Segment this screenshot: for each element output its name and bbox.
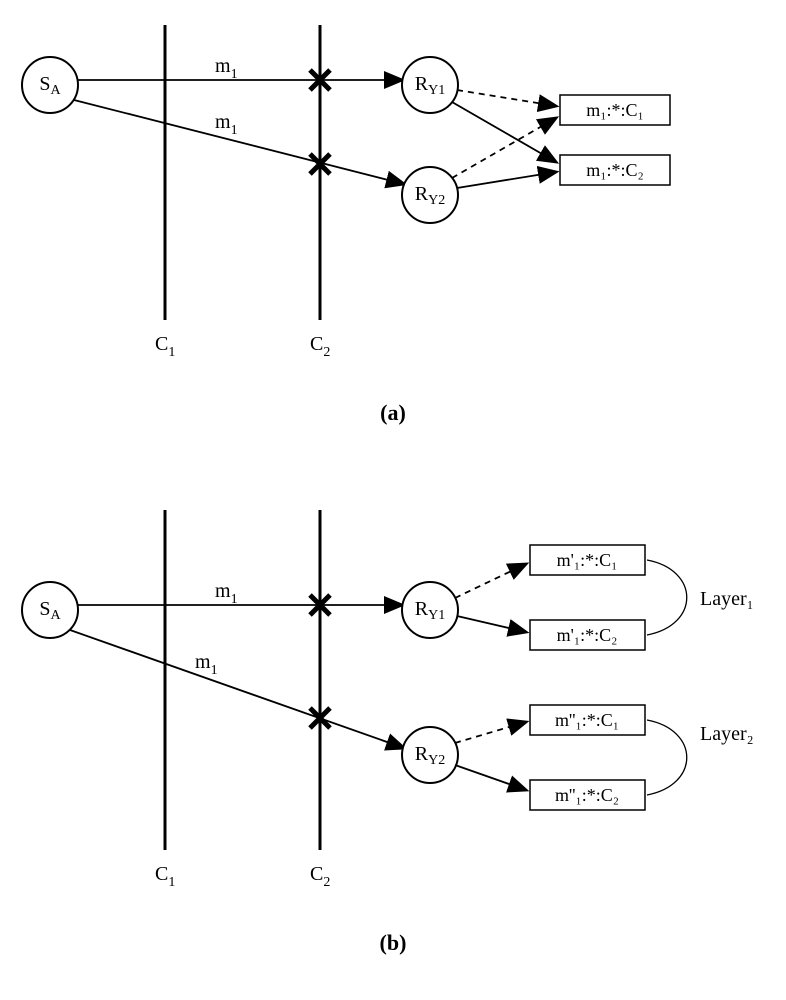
arrow-r2-b3-b [455, 722, 526, 743]
c1-label: C1 [155, 333, 175, 360]
c2-label-b: C2 [310, 863, 330, 890]
arrow-r1-b2-b [457, 616, 526, 632]
layer1-text: Layer₁ [700, 588, 754, 610]
arrow-r1-b1-b [455, 564, 526, 598]
arrow-r2-b2 [457, 172, 556, 188]
c2-label: C2 [310, 333, 330, 360]
box-b4-text: m''₁:*:C₂ [555, 785, 619, 805]
layer1-brace [647, 560, 687, 635]
layer2-brace [647, 720, 687, 795]
arrow-s-r2-b [70, 630, 404, 748]
c1-label-b: C1 [155, 863, 175, 890]
msg-label-2-b: m1 [195, 651, 218, 678]
arrow-r2-b4-b [455, 765, 526, 790]
box-b1-text: m'₁:*:C₁ [557, 550, 618, 570]
arrow-r1-b2 [452, 102, 556, 162]
msg-label-1-b: m1 [215, 580, 238, 607]
arrow-r1-b1 [457, 90, 556, 106]
arrow-r2-b1 [452, 118, 556, 178]
layer2-text: Layer₂ [700, 723, 754, 745]
arrow-s-r2 [74, 100, 404, 184]
msg-label-2: m1 [215, 111, 238, 138]
box-a2-text: m₁:*:C₂ [586, 160, 644, 180]
box-b3-text: m''₁:*:C₁ [555, 710, 619, 730]
caption-a: (a) [380, 400, 406, 425]
panel-b: SA m1 m1 RY1 RY2 m'₁:*:C₁ m'₁:*:C₂ m''₁:… [22, 510, 754, 955]
box-b2-text: m'₁:*:C₂ [557, 625, 618, 645]
msg-label-1: m1 [215, 55, 238, 82]
caption-b: (b) [380, 930, 407, 955]
panel-a: SA m1 m1 RY1 RY2 m₁:*:C₁ m₁:*:C₂ C1 C2 (… [22, 25, 670, 425]
box-a1-text: m₁:*:C₁ [586, 100, 644, 120]
